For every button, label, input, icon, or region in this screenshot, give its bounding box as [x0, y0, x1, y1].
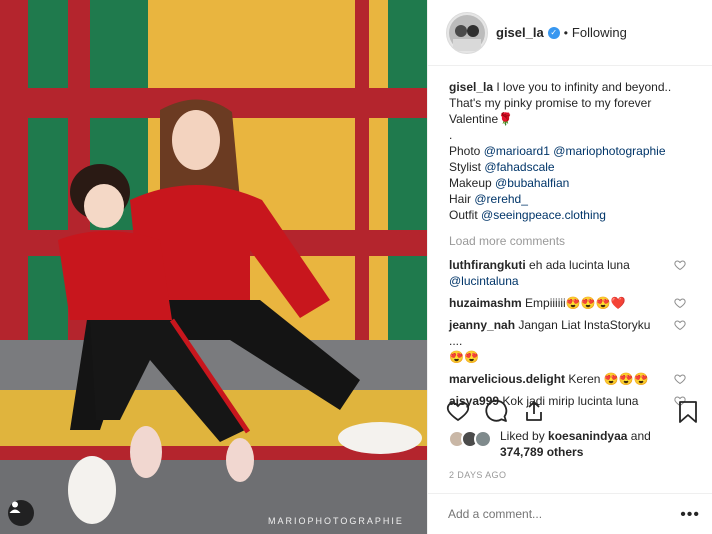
- avatar[interactable]: [474, 430, 492, 448]
- avatar[interactable]: [446, 11, 488, 54]
- instagram-post: MARIOPHOTOGRAPHIE gisel_la ✓ • Following: [0, 0, 712, 534]
- likes-prefix: Liked by: [500, 429, 545, 443]
- caption-credit-makeup: Makeup @bubahalfian: [449, 175, 690, 191]
- likes-text: Liked by koesanindyaa and 374,789 others: [500, 428, 651, 460]
- post-side-panel: gisel_la ✓ • Following gisel_la I love y…: [427, 0, 712, 534]
- likes-summary: Liked by koesanindyaa and 374,789 others: [448, 428, 702, 460]
- verified-badge-icon: ✓: [547, 26, 560, 39]
- bookmark-icon[interactable]: [678, 400, 698, 424]
- comment-like-heart-icon[interactable]: [674, 297, 686, 309]
- comment-text: Empiiiiii😍😍😍❤️: [525, 296, 626, 310]
- more-options-button[interactable]: •••: [680, 506, 700, 524]
- post-header: gisel_la ✓ • Following: [428, 0, 712, 66]
- comment-item: luthfirangkuti eh ada lucinta luna @luci…: [449, 257, 690, 289]
- header-separator: •: [563, 25, 568, 40]
- stylist-label: Stylist: [449, 160, 482, 174]
- caption-text-3: Valentine🌹: [449, 112, 514, 126]
- comment-item: marvelicious.delight Keren 😍😍😍: [449, 371, 690, 387]
- photo-illustration: [0, 0, 427, 534]
- caption-credit-hair: Hair @rerehd_: [449, 191, 690, 207]
- comment-input[interactable]: [448, 507, 668, 521]
- comments-section: gisel_la I love you to infinity and beyo…: [449, 79, 690, 415]
- comment-username[interactable]: luthfirangkuti: [449, 258, 526, 272]
- mention-link[interactable]: @bubahalfian: [495, 176, 569, 190]
- comment-item: jeanny_nah Jangan Liat InstaStoryku ....…: [449, 317, 690, 365]
- mention-link[interactable]: @fahadscale: [484, 160, 554, 174]
- heart-icon[interactable]: [446, 399, 470, 423]
- header-username[interactable]: gisel_la: [496, 25, 544, 40]
- comment-username[interactable]: jeanny_nah: [449, 318, 515, 332]
- post-timestamp[interactable]: 2 DAYS AGO: [449, 470, 506, 480]
- liker-username[interactable]: koesanindyaa: [548, 429, 627, 443]
- caption-text-2: That's my pinky promise to my forever: [449, 96, 652, 110]
- comment-text-line2: 😍😍: [449, 350, 479, 364]
- following-button[interactable]: Following: [572, 25, 627, 40]
- outfit-label: Outfit: [449, 208, 478, 222]
- comment-username[interactable]: huzaimashm: [449, 296, 522, 310]
- post-actions-bar: [446, 396, 700, 426]
- mention-link[interactable]: @mariophotographie: [553, 144, 665, 158]
- user-tag-icon: [9, 501, 21, 513]
- add-comment-bar: •••: [428, 493, 712, 534]
- mention-link[interactable]: @seeingpeace.clothing: [481, 208, 606, 222]
- photo-watermark: MARIOPHOTOGRAPHIE: [268, 516, 404, 526]
- mention-link[interactable]: @rerehd_: [474, 192, 528, 206]
- likes-count[interactable]: 374,789 others: [500, 445, 583, 459]
- caption-username[interactable]: gisel_la: [449, 80, 493, 94]
- caption-line-1: gisel_la I love you to infinity and beyo…: [449, 79, 690, 95]
- avatar-image: [449, 14, 485, 51]
- load-more-comments-button[interactable]: Load more comments: [449, 233, 690, 249]
- comment-item: huzaimashm Empiiiiii😍😍😍❤️: [449, 295, 690, 311]
- caption-text-4: .: [449, 128, 453, 142]
- comment-like-heart-icon[interactable]: [674, 319, 686, 331]
- likes-joiner: and: [630, 429, 651, 443]
- mention-link[interactable]: @marioard1: [484, 144, 550, 158]
- share-icon[interactable]: [522, 399, 546, 423]
- makeup-label: Makeup: [449, 176, 492, 190]
- comment-username[interactable]: marvelicious.delight: [449, 372, 565, 386]
- caption: gisel_la I love you to infinity and beyo…: [449, 79, 690, 223]
- liker-avatars: [448, 428, 498, 450]
- user-tag-button[interactable]: [8, 500, 34, 526]
- post-photo[interactable]: MARIOPHOTOGRAPHIE: [0, 0, 427, 534]
- caption-credit-stylist: Stylist @fahadscale: [449, 159, 690, 175]
- hair-label: Hair: [449, 192, 472, 206]
- mention-link[interactable]: @lucintaluna: [449, 274, 519, 288]
- comment-like-heart-icon[interactable]: [674, 373, 686, 385]
- comment-text: eh ada lucinta luna: [529, 258, 630, 272]
- comment-like-heart-icon[interactable]: [674, 259, 686, 271]
- photo-label: Photo: [449, 144, 481, 158]
- caption-credit-outfit: Outfit @seeingpeace.clothing: [449, 207, 690, 223]
- caption-credit-photo: Photo @marioard1 @mariophotographie: [449, 143, 690, 159]
- comment-bubble-icon[interactable]: [484, 399, 508, 423]
- caption-text-1: I love you to infinity and beyond..: [496, 80, 672, 94]
- comment-text: Keren 😍😍😍: [568, 372, 649, 386]
